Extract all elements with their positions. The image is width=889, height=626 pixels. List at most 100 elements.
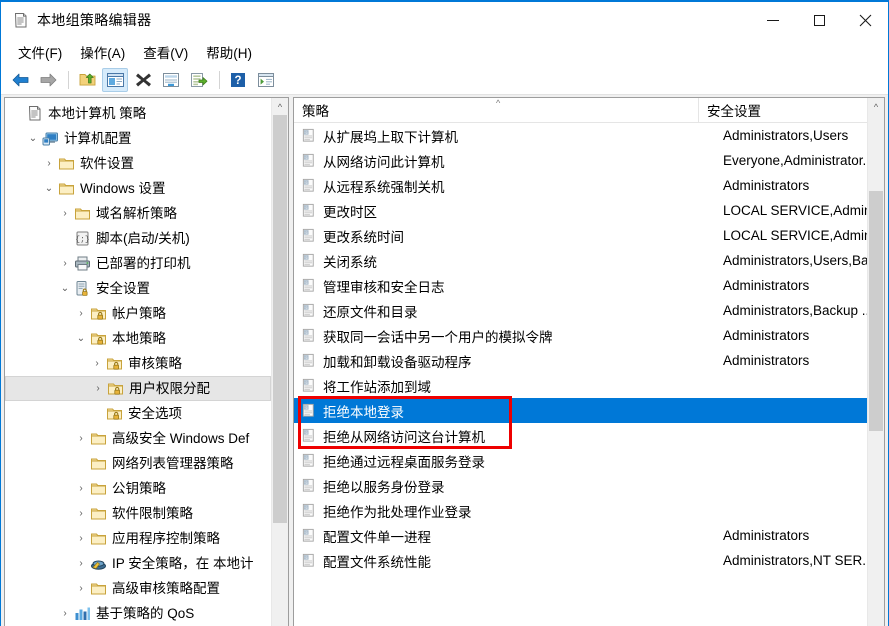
list-scroll-thumb[interactable]: [869, 191, 883, 431]
list-scroll-track[interactable]: [868, 115, 884, 626]
tree-item-6[interactable]: › 已部署的打印机: [5, 251, 271, 276]
chevron-right-icon[interactable]: ›: [73, 426, 89, 451]
list-scroll-up-arrow[interactable]: ^: [868, 98, 884, 115]
table-row[interactable]: 10 还原文件和目录 Administrators,Backup ..: [294, 298, 867, 323]
table-row[interactable]: 10 拒绝本地登录: [294, 398, 867, 423]
table-row[interactable]: 10 从网络访问此计算机 Everyone,Administrator.: [294, 148, 867, 173]
content-area: 本地计算机 策略 ⌄ 计算机配置 › 软件设置 ⌄ Windows 设置 › 域名解析策略 {;}…: [1, 95, 888, 626]
up-one-level-button[interactable]: [74, 68, 100, 92]
delete-button[interactable]: [130, 68, 156, 92]
table-row[interactable]: 10 拒绝从网络访问这台计算机: [294, 423, 867, 448]
tree-scroll-up-arrow[interactable]: ^: [272, 98, 288, 115]
tree-item-label: 高级安全 Windows Def: [112, 430, 250, 446]
chevron-down-icon[interactable]: ⌄: [25, 126, 41, 151]
maximize-button[interactable]: [796, 2, 842, 38]
tree-item-4[interactable]: › 域名解析策略: [5, 201, 271, 226]
tree-item-9[interactable]: ⌄ 本地策略: [5, 326, 271, 351]
chevron-right-icon[interactable]: ›: [73, 526, 89, 551]
chevron-right-icon[interactable]: ›: [57, 251, 73, 276]
tree-item-1[interactable]: ⌄ 计算机配置: [5, 126, 271, 151]
show-hide-console-tree-button[interactable]: [102, 67, 128, 92]
chevron-right-icon[interactable]: ›: [57, 601, 73, 626]
export-list-button[interactable]: [186, 68, 212, 92]
tree-item-2[interactable]: › 软件设置: [5, 151, 271, 176]
policy-setting-icon: 10: [302, 153, 314, 167]
close-icon: [859, 14, 871, 26]
list-vertical-scrollbar[interactable]: ^ ˅: [867, 98, 884, 626]
tree-item-17[interactable]: › 应用程序控制策略: [5, 526, 271, 551]
back-button[interactable]: [7, 68, 33, 92]
table-row[interactable]: 10 更改时区 LOCAL SERVICE,Admini: [294, 198, 867, 223]
table-row[interactable]: 10 拒绝通过远程桌面服务登录: [294, 448, 867, 473]
tree-item-label: Windows 设置: [80, 180, 166, 196]
chevron-right-icon[interactable]: ›: [89, 351, 105, 376]
table-row[interactable]: 10 获取同一会话中另一个用户的模拟令牌 Administrators: [294, 323, 867, 348]
close-button[interactable]: [842, 2, 888, 38]
tree-item-label: 软件限制策略: [112, 505, 193, 521]
chevron-right-icon[interactable]: ›: [90, 376, 106, 401]
local-group-policy-editor-window: 本地组策略编辑器 文件(F) 操作(A) 查看(V) 帮助(H) ? 本地计算机…: [0, 0, 889, 626]
chevron-right-icon[interactable]: ›: [57, 201, 73, 226]
chevron-down-icon[interactable]: ⌄: [57, 276, 73, 301]
forward-button[interactable]: [35, 68, 61, 92]
table-row[interactable]: 10 加载和卸载设备驱动程序 Administrators: [294, 348, 867, 373]
tree-vertical-scrollbar[interactable]: ^ ˅: [271, 98, 288, 626]
tree-item-3[interactable]: ⌄ Windows 设置: [5, 176, 271, 201]
svg-text:{;}: {;}: [75, 236, 89, 245]
chevron-right-icon[interactable]: ›: [73, 501, 89, 526]
chevron-right-icon[interactable]: ›: [73, 551, 89, 576]
folder-lock-icon: [90, 308, 106, 320]
tree-item-8[interactable]: › 帐户策略: [5, 301, 271, 326]
tree-item-18[interactable]: › IP 安全策略，在 本地计: [5, 551, 271, 576]
table-row[interactable]: 10 将工作站添加到域: [294, 373, 867, 398]
chevron-down-icon[interactable]: ⌄: [41, 176, 57, 201]
tree-item-10[interactable]: › 审核策略: [5, 351, 271, 376]
svg-text:10: 10: [304, 431, 308, 435]
policy-name-cell: 拒绝作为批处理作业登录: [323, 504, 472, 520]
help-button[interactable]: ?: [225, 68, 251, 92]
chevron-right-icon[interactable]: ›: [73, 476, 89, 501]
chevron-down-icon[interactable]: ⌄: [73, 326, 89, 351]
column-security-setting[interactable]: 安全设置: [699, 98, 867, 123]
tree-item-14[interactable]: 网络列表管理器策略: [5, 451, 271, 476]
table-row[interactable]: 10 更改系统时间 LOCAL SERVICE,Admini: [294, 223, 867, 248]
chevron-right-icon[interactable]: ›: [41, 151, 57, 176]
ip-security-icon: [89, 555, 107, 573]
menu-help[interactable]: 帮助(H): [197, 39, 261, 65]
svg-text:10: 10: [304, 406, 308, 410]
tree-item-19[interactable]: › 高级审核策略配置: [5, 576, 271, 601]
table-row[interactable]: 10 配置文件系统性能 Administrators,NT SER..: [294, 548, 867, 573]
tree-item-0[interactable]: 本地计算机 策略: [5, 101, 271, 126]
svg-text:10: 10: [304, 481, 308, 485]
menu-action[interactable]: 操作(A): [71, 39, 134, 65]
table-row[interactable]: 10 从远程系统强制关机 Administrators: [294, 173, 867, 198]
tree-item-7[interactable]: ⌄ 安全设置: [5, 276, 271, 301]
table-row[interactable]: 10 拒绝以服务身份登录: [294, 473, 867, 498]
show-hide-action-pane-button[interactable]: [253, 68, 279, 92]
tree-item-12[interactable]: 安全选项: [5, 401, 271, 426]
table-row[interactable]: 10 拒绝作为批处理作业登录: [294, 498, 867, 523]
table-row[interactable]: 10 管理审核和安全日志 Administrators: [294, 273, 867, 298]
svg-text:10: 10: [304, 281, 308, 285]
tree-item-11[interactable]: › 用户权限分配: [5, 376, 271, 401]
policy-setting-icon: 10: [301, 203, 317, 219]
tree-item-16[interactable]: › 软件限制策略: [5, 501, 271, 526]
table-row[interactable]: 10 关闭系统 Administrators,Users,Ba: [294, 248, 867, 273]
tree-item-20[interactable]: › 基于策略的 QoS: [5, 601, 271, 626]
tree-item-5[interactable]: {;} 脚本(启动/关机): [5, 226, 271, 251]
minimize-button[interactable]: [750, 2, 796, 38]
tree-item-13[interactable]: › 高级安全 Windows Def: [5, 426, 271, 451]
list-pane-inner: 策略 ^ 安全设置 10 从扩展坞上取下计算机 Administrators,Use…: [294, 98, 884, 626]
tree-item-15[interactable]: › 公钥策略: [5, 476, 271, 501]
table-row[interactable]: 10 配置文件单一进程 Administrators: [294, 523, 867, 548]
menu-file[interactable]: 文件(F): [9, 39, 71, 65]
table-row[interactable]: 10 从扩展坞上取下计算机 Administrators,Users: [294, 123, 867, 148]
menu-view[interactable]: 查看(V): [134, 39, 197, 65]
chevron-right-icon[interactable]: ›: [73, 301, 89, 326]
properties-button[interactable]: [158, 68, 184, 92]
tree-scroll-track[interactable]: [272, 115, 288, 626]
security-setting-cell: Administrators,Users: [723, 128, 849, 143]
chevron-right-icon[interactable]: ›: [73, 576, 89, 601]
column-policy[interactable]: 策略 ^: [294, 98, 699, 123]
tree-scroll-thumb[interactable]: [273, 115, 287, 523]
